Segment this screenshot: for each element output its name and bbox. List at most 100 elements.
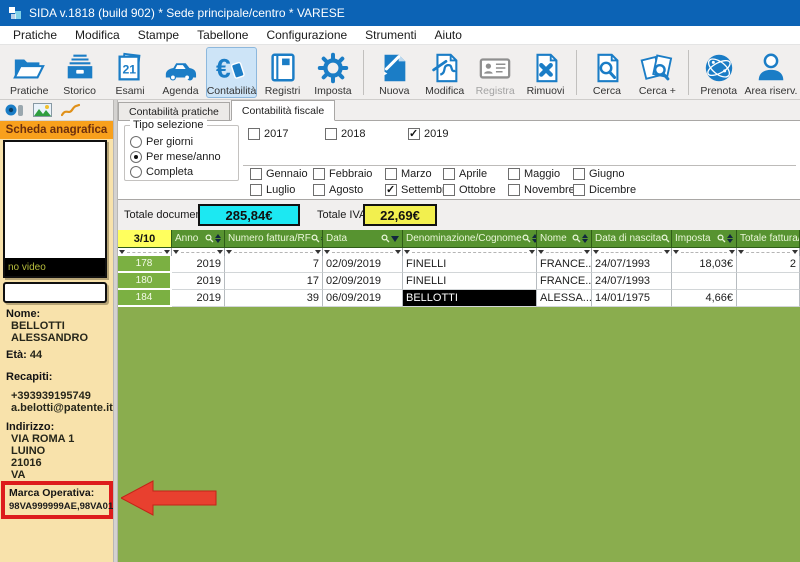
checkbox-2018[interactable]: 2018 (325, 127, 365, 141)
menu-strumenti[interactable]: Strumenti (356, 26, 425, 44)
checkbox-giugno[interactable]: Giugno (573, 167, 624, 181)
column-header-denominazione[interactable]: Denominazione/Cognome (403, 230, 537, 248)
toolbar-cerca[interactable]: Cerca (582, 47, 632, 98)
filter-icon[interactable] (391, 236, 399, 242)
table-row[interactable]: 178 2019 7 02/09/2019 FINELLI FRANCE... … (118, 256, 800, 273)
menu-tabellone[interactable]: Tabellone (188, 26, 257, 44)
checkbox-luglio[interactable]: Luglio (250, 183, 295, 197)
checkbox-icon[interactable] (573, 168, 585, 180)
filter-cell[interactable] (537, 248, 592, 256)
sort-icon[interactable] (582, 234, 588, 243)
checkbox-icon[interactable] (443, 184, 455, 196)
checkbox-agosto[interactable]: Agosto (313, 183, 363, 197)
search-icon[interactable] (311, 234, 320, 243)
checkbox-ottobre[interactable]: Ottobre (443, 183, 496, 197)
toolbar-nuova[interactable]: Nuova (369, 47, 419, 98)
column-header-totale-fattura[interactable]: Totale fattura/R (737, 230, 800, 248)
toolbar-area-riservata[interactable]: Area riserv. (744, 47, 798, 98)
checkbox-icon[interactable] (508, 168, 520, 180)
checkbox-icon[interactable] (313, 168, 325, 180)
checkbox-aprile[interactable]: Aprile (443, 167, 487, 181)
search-icon[interactable] (522, 234, 531, 243)
toolbar-modifica[interactable]: Modifica (420, 47, 470, 98)
signature-icon[interactable] (61, 102, 80, 118)
column-header-numero-fattura[interactable]: Numero fattura/RF (225, 230, 323, 248)
toolbar-esami[interactable]: 21 Esami (105, 47, 155, 98)
filter-cell[interactable] (323, 248, 403, 256)
toolbar-pratiche[interactable]: Pratiche (4, 47, 54, 98)
selected-cell[interactable]: BELLOTTI (403, 290, 537, 307)
checkbox-febbraio[interactable]: Febbraio (313, 167, 372, 181)
menu-configurazione[interactable]: Configurazione (257, 26, 356, 44)
column-header-anno[interactable]: Anno (172, 230, 225, 248)
filter-cell[interactable] (737, 248, 800, 256)
toolbar-imposta[interactable]: Imposta (308, 47, 358, 98)
checkbox-icon[interactable] (385, 184, 397, 196)
tab-contabilita-fiscale[interactable]: Contabilità fiscale (231, 100, 335, 121)
column-header-nome[interactable]: Nome (537, 230, 592, 248)
webcam-icon[interactable] (5, 102, 24, 119)
checkbox-icon[interactable] (385, 168, 397, 180)
search-icon[interactable] (205, 234, 214, 243)
checkbox-icon[interactable] (443, 168, 455, 180)
radio-icon[interactable] (130, 166, 142, 178)
search-icon[interactable] (381, 234, 390, 243)
menu-modifica[interactable]: Modifica (66, 26, 129, 44)
toolbar-registri[interactable]: Registri (257, 47, 307, 98)
toolbar-prenota[interactable]: Prenota (694, 47, 744, 98)
checkbox-2019[interactable]: 2019 (408, 127, 448, 141)
sort-icon[interactable] (727, 234, 733, 243)
svg-text:21: 21 (122, 63, 136, 77)
checkbox-maggio[interactable]: Maggio (508, 167, 560, 181)
checkbox-icon[interactable] (508, 184, 520, 196)
checkbox-icon[interactable] (250, 168, 262, 180)
checkbox-icon[interactable] (248, 128, 260, 140)
menu-bar: Pratiche Modifica Stampe Tabellone Confi… (0, 26, 800, 45)
checkbox-novembre[interactable]: Novembre (508, 183, 575, 197)
toolbar-storico[interactable]: Storico (54, 47, 104, 98)
checkbox-icon[interactable] (573, 184, 585, 196)
image-icon[interactable] (33, 102, 52, 118)
checkbox-marzo[interactable]: Marzo (385, 167, 432, 181)
menu-stampe[interactable]: Stampe (129, 26, 188, 44)
search-icon[interactable] (572, 234, 581, 243)
column-header-imposta[interactable]: Imposta (672, 230, 737, 248)
radio-per-giorni[interactable]: Per giorni (130, 135, 193, 149)
checkbox-icon[interactable] (325, 128, 337, 140)
row-id[interactable]: 180 (118, 273, 172, 290)
radio-per-mese-anno[interactable]: Per mese/anno (130, 150, 221, 164)
column-header-data-nascita[interactable]: Data di nascita (592, 230, 672, 248)
radio-completa[interactable]: Completa (130, 165, 193, 179)
search-icon[interactable] (717, 234, 726, 243)
checkbox-dicembre[interactable]: Dicembre (573, 183, 636, 197)
archive-icon (63, 51, 97, 85)
toolbar-cerca-plus[interactable]: Cerca + (632, 47, 682, 98)
table-row[interactable]: 180 2019 17 02/09/2019 FINELLI FRANCE...… (118, 273, 800, 290)
row-id[interactable]: 184 (118, 290, 172, 307)
radio-icon[interactable] (130, 151, 142, 163)
menu-aiuto[interactable]: Aiuto (426, 26, 471, 44)
toolbar-agenda[interactable]: Agenda (155, 47, 205, 98)
menu-pratiche[interactable]: Pratiche (4, 26, 66, 44)
sort-icon[interactable] (215, 234, 221, 243)
row-id[interactable]: 178 (118, 256, 172, 273)
checkbox-settembre[interactable]: Settembre (385, 183, 452, 197)
tab-contabilita-pratiche[interactable]: Contabilità pratiche (118, 102, 230, 120)
filter-cell[interactable] (592, 248, 672, 256)
search-icon[interactable] (661, 234, 670, 243)
checkbox-icon[interactable] (408, 128, 420, 140)
filter-cell[interactable] (172, 248, 225, 256)
filter-cell[interactable] (225, 248, 323, 256)
radio-icon[interactable] (130, 136, 142, 148)
column-header-data[interactable]: Data (323, 230, 403, 248)
checkbox-icon[interactable] (250, 184, 262, 196)
filter-cell[interactable] (672, 248, 737, 256)
checkbox-2017[interactable]: 2017 (248, 127, 288, 141)
toolbar-rimuovi[interactable]: Rimuovi (520, 47, 570, 98)
filter-cell[interactable] (118, 248, 172, 256)
filter-cell[interactable] (403, 248, 537, 256)
checkbox-gennaio[interactable]: Gennaio (250, 167, 308, 181)
toolbar-contabilita[interactable]: € Contabilità (206, 47, 258, 98)
checkbox-icon[interactable] (313, 184, 325, 196)
table-row[interactable]: 184 2019 39 06/09/2019 BELLOTTI ALESSA..… (118, 290, 800, 307)
